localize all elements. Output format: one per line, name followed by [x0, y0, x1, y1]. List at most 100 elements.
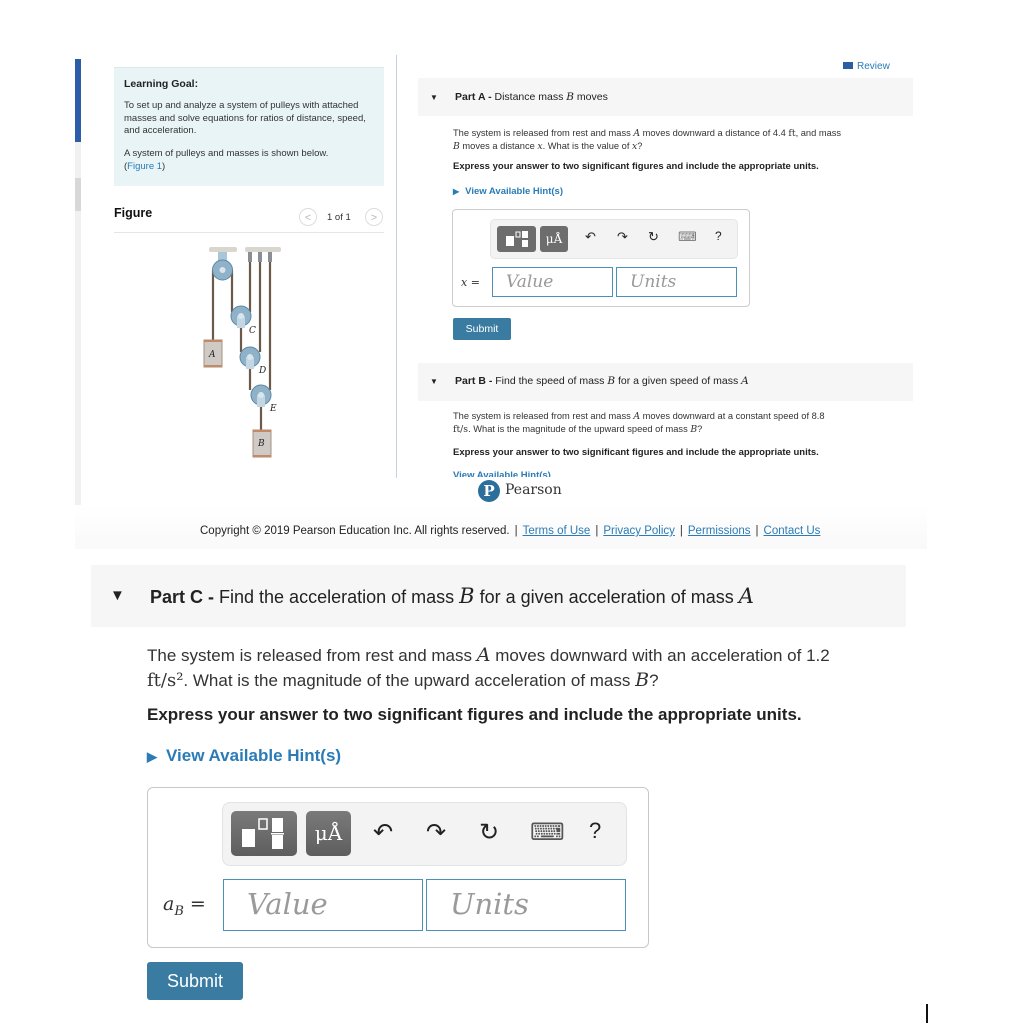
sidebar-scroll-thumb[interactable] [75, 178, 81, 211]
system-text: A system of pulleys and masses is shown … [124, 148, 329, 159]
part-c-title-text: for a given acceleration of mass [474, 587, 739, 607]
part-b-title: Part B - Find the speed of mass B for a … [455, 375, 749, 387]
permissions-link[interactable]: Permissions [688, 525, 751, 537]
q-text: . What is the magnitude of the upward ac… [183, 671, 636, 690]
collapse-triangle-icon[interactable]: ▼ [110, 587, 125, 604]
unit: ft/s [453, 424, 469, 435]
figure-prev-button[interactable]: < [299, 208, 317, 226]
privacy-policy-link[interactable]: Privacy Policy [603, 525, 675, 537]
review-link[interactable]: Review [843, 61, 890, 72]
part-b-instruction: Express your answer to two significant f… [453, 447, 819, 458]
figure-1-link[interactable]: Figure 1 [127, 161, 162, 172]
pulley-d [239, 346, 261, 369]
var-a-lower: a [163, 893, 175, 915]
part-a-units-input[interactable]: Units [616, 267, 737, 297]
text-cursor [926, 1004, 928, 1023]
part-c-answer-label: aB = [163, 893, 206, 919]
book-icon [843, 62, 853, 69]
separator: | [514, 525, 518, 537]
copyright-text: Copyright © 2019 Pearson Education Inc. … [200, 525, 510, 537]
subscript-b: B [174, 903, 184, 919]
q-text: , and mass [795, 128, 842, 138]
footer-links: Copyright © 2019 Pearson Education Inc. … [200, 525, 820, 537]
help-button[interactable]: ? [589, 818, 601, 844]
equals-sign: = [183, 893, 206, 915]
keyboard-icon[interactable]: ⌨ [678, 229, 697, 245]
part-b-hint-link[interactable]: View Available Hint(s) [453, 471, 583, 477]
undo-icon[interactable]: ↶ [585, 229, 596, 245]
var-b: B [607, 375, 616, 387]
separator: | [595, 525, 599, 537]
terms-of-use-link[interactable]: Terms of Use [523, 525, 591, 537]
part-c-value-input[interactable]: Value [223, 879, 423, 931]
q-text: moves downward with an acceleration of 1… [490, 646, 830, 665]
var-b: B [459, 584, 475, 608]
var-b: B [453, 141, 460, 152]
part-c-units-input[interactable]: Units [426, 879, 626, 931]
pearson-logo-icon: P [478, 480, 500, 502]
panel-splitter[interactable] [396, 55, 397, 478]
label-a: A [208, 350, 216, 360]
label-d: D [258, 366, 266, 376]
var-a: A [741, 375, 749, 387]
unit: ft/s² [147, 670, 184, 691]
pulley-top [212, 252, 233, 281]
part-b-label: Part B - [455, 375, 493, 387]
q-text: . What is the value of [542, 141, 633, 151]
part-c-submit-button[interactable]: Submit [147, 962, 243, 1000]
templates-button[interactable] [231, 811, 297, 856]
label-c: C [249, 326, 256, 336]
part-a-question: The system is released from rest and mas… [453, 127, 915, 153]
part-a-title: Part A - Distance mass B moves [455, 91, 608, 103]
separator: | [679, 525, 683, 537]
collapse-triangle-icon[interactable]: ▼ [430, 93, 438, 102]
collapse-triangle-icon[interactable]: ▼ [430, 377, 438, 386]
label-e: E [269, 404, 277, 414]
pulley-c [230, 305, 252, 328]
redo-icon[interactable]: ↷ [426, 818, 446, 847]
contact-us-link[interactable]: Contact Us [764, 525, 821, 537]
separator: | [755, 525, 759, 537]
var-b: B [566, 91, 574, 103]
q-text: moves a distance [459, 141, 538, 151]
q-text: The system is released from rest and mas… [147, 646, 477, 665]
sidebar-active-indicator [75, 59, 81, 142]
help-button[interactable]: ? [715, 229, 722, 243]
pulley-system-figure: A B C D E [203, 247, 281, 458]
part-b-title-text: Find the speed of mass [495, 375, 608, 387]
q-text: ? [649, 671, 659, 690]
var-a: A [476, 644, 491, 666]
part-a-answer-label: x = [461, 276, 480, 289]
keyboard-icon[interactable]: ⌨ [530, 818, 565, 847]
undo-icon[interactable]: ↶ [373, 818, 393, 847]
q-text: ? [637, 141, 643, 151]
label-b: B [257, 439, 265, 449]
figure-counter: 1 of 1 [327, 212, 351, 223]
figure-title: Figure [114, 206, 153, 220]
system-description: A system of pulleys and masses is shown … [124, 148, 379, 173]
part-c-hint-link[interactable]: ▶ View Available Hint(s) [147, 746, 341, 766]
templates-icon [242, 818, 284, 849]
part-a-submit-button[interactable]: Submit [453, 318, 511, 340]
hint-label: View Available Hint(s) [166, 746, 342, 765]
figure-next-button[interactable]: > [365, 208, 383, 226]
q-text: moves downward at a constant speed of 8.… [640, 411, 825, 421]
chevron-right-icon: > [370, 212, 378, 224]
chevron-left-icon: < [304, 212, 312, 224]
redo-icon[interactable]: ↷ [617, 229, 628, 245]
paren-close: ) [162, 160, 166, 172]
part-a-value-input[interactable]: Value [492, 267, 613, 297]
review-label: Review [857, 61, 890, 72]
pulley-e [250, 384, 272, 407]
part-c-label: Part C - [150, 587, 215, 607]
learning-goal-text: To set up and analyze a system of pulley… [124, 100, 366, 136]
q-text: The system is released from rest and mas… [453, 411, 634, 421]
symbols-button[interactable]: μÅ [540, 226, 568, 252]
part-a-hint-link[interactable]: ▶ View Available Hint(s) [453, 186, 563, 197]
reset-icon[interactable]: ↻ [479, 818, 499, 847]
symbols-button[interactable]: μÅ [306, 811, 351, 856]
reset-icon[interactable]: ↻ [648, 229, 659, 245]
templates-button[interactable] [497, 226, 536, 252]
part-c-question: The system is released from rest and mas… [147, 643, 887, 693]
expand-triangle-icon: ▶ [453, 187, 460, 196]
